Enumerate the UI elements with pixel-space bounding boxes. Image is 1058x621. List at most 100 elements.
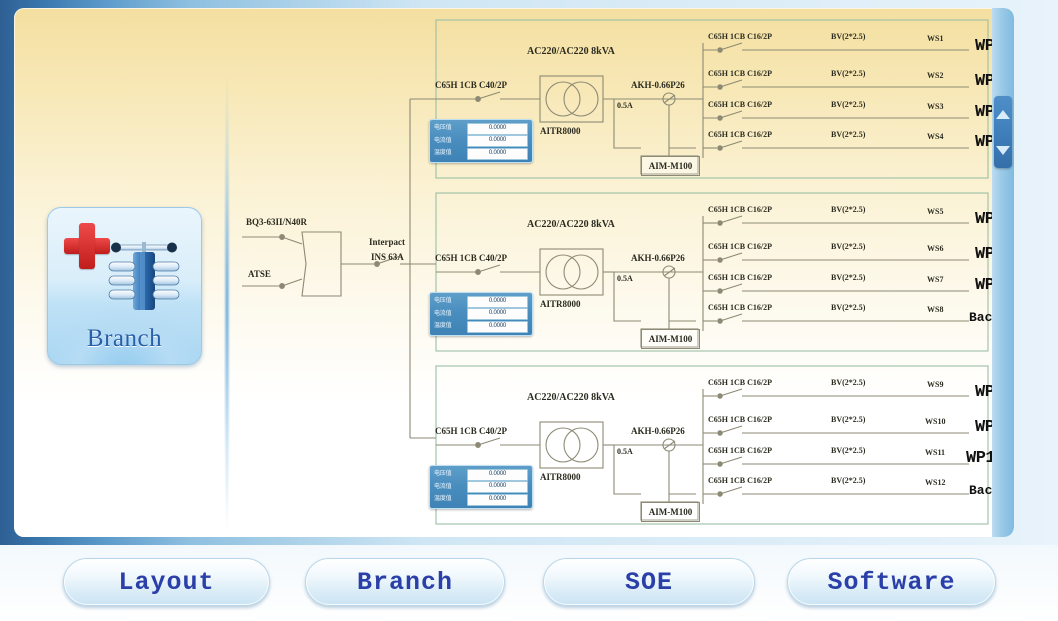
group-1-feeder-2-breaker: C65H 1CB C16/2P	[708, 69, 772, 78]
meter-row: 电流值 0.0000	[434, 308, 528, 320]
group-1-feeder-4-breaker: C65H 1CB C16/2P	[708, 130, 772, 139]
meter-value: 0.0000	[467, 468, 528, 481]
arrow-down-icon[interactable]	[996, 145, 1010, 155]
meter-value: 0.0000	[467, 308, 528, 320]
group-2-meter-panel: 电压值 0.0000 电流值 0.0000 温度值 0.0000	[429, 292, 533, 336]
group-3-ct-rating-label: 0.5A	[617, 447, 633, 456]
group-3-feeder-1-ws: WS9	[927, 380, 944, 389]
group-2-incoming-breaker-label: C65H 1CB C40/2P	[435, 253, 507, 263]
group-1-feeder-3-cable: BV(2*2.5)	[831, 100, 866, 109]
group-2-feeder-1-cable: BV(2*2.5)	[831, 205, 866, 214]
meter-row: 电压值 0.0000	[434, 122, 528, 135]
main-breaker-rating-label: INS 63A	[371, 252, 404, 262]
group-2-feeder-4-ws: WS8	[927, 305, 944, 314]
group-1-feeder-3-ws: WS3	[927, 102, 944, 111]
ats-model-label: BQ3-63II/N40R	[246, 217, 308, 227]
group-1-meter-panel: 电压值 0.0000 电流值 0.0000 温度值 0.0000	[429, 119, 533, 163]
app-window: BQ3-63II/N40R ATSE Interpact INS 63A C65…	[0, 0, 1058, 621]
meter-row: 温度值 0.0000	[434, 493, 528, 506]
meter-value: 0.0000	[467, 122, 528, 135]
bottom-tab-bar: Layout Branch SOE Software	[0, 545, 1058, 621]
group-2-feeder-3-ws: WS7	[927, 275, 944, 284]
group-3-feeder-3-cable: BV(2*2.5)	[831, 446, 866, 455]
meter-key: 温度值	[434, 323, 452, 329]
group-3-ct-model-label: AKH-0.66P26	[631, 426, 685, 436]
group-2-feeder-4-cable: BV(2*2.5)	[831, 303, 866, 312]
meter-value: 0.0000	[467, 295, 528, 308]
group-3-transformer-model-label: AITR8000	[540, 472, 581, 482]
meter-value: 0.0000	[467, 147, 528, 160]
group-1-feeder-4-ws: WS4	[927, 132, 944, 141]
group-2-monitor-label: AIM-M100	[641, 329, 700, 349]
group-3-feeder-3-breaker: C65H 1CB C16/2P	[708, 446, 772, 455]
arrow-up-icon[interactable]	[996, 109, 1010, 119]
group-1-ct-model-label: AKH-0.66P26	[631, 80, 685, 90]
meter-row: 电流值 0.0000	[434, 481, 528, 493]
group-1-feeder-2-cable: BV(2*2.5)	[831, 69, 866, 78]
meter-key: 电压值	[434, 471, 452, 477]
group-2-feeder-3-breaker: C65H 1CB C16/2P	[708, 273, 772, 282]
group-3-transformer-rating-label: AC220/AC220 8kVA	[527, 392, 615, 403]
group-1-feeder-2-ws: WS2	[927, 71, 944, 80]
hospital-branch-icon	[108, 242, 180, 310]
group-2-feeder-2-breaker: C65H 1CB C16/2P	[708, 242, 772, 251]
group-2-feeder-1-ws: WS5	[927, 207, 944, 216]
ats-label: ATSE	[248, 269, 271, 279]
meter-row: 电压值 0.0000	[434, 295, 528, 308]
tab-software[interactable]: Software	[787, 558, 996, 606]
main-breaker-brand-label: Interpact	[369, 237, 405, 247]
group-1-feeder-1-ws: WS1	[927, 34, 944, 43]
meter-value: 0.0000	[467, 135, 528, 147]
group-3-incoming-breaker-label: C65H 1CB C40/2P	[435, 426, 507, 436]
group-3-feeder-2-ws: WS10	[925, 417, 946, 426]
meter-key: 电流值	[434, 310, 452, 317]
meter-key: 温度值	[434, 496, 452, 502]
meter-key: 电压值	[434, 125, 452, 131]
group-3-feeder-3-ws: WS11	[925, 448, 946, 457]
group-1-transformer-model-label: AITR8000	[540, 126, 581, 136]
tab-layout[interactable]: Layout	[63, 558, 270, 606]
group-1-feeder-4-cable: BV(2*2.5)	[831, 130, 866, 139]
group-3-feeder-4-breaker: C65H 1CB C16/2P	[708, 476, 772, 485]
group-3-feeder-4-ws: WS12	[925, 478, 946, 487]
group-2-feeder-2-ws: WS6	[927, 244, 944, 253]
meter-key: 电压值	[434, 298, 452, 304]
meter-key: 电流值	[434, 483, 452, 490]
group-2-transformer-rating-label: AC220/AC220 8kVA	[527, 219, 615, 230]
group-1-feeder-3-breaker: C65H 1CB C16/2P	[708, 100, 772, 109]
meter-row: 电压值 0.0000	[434, 468, 528, 481]
group-2-feeder-2-cable: BV(2*2.5)	[831, 242, 866, 251]
vertical-scrollbar-track[interactable]	[992, 8, 1014, 537]
group-2-transformer-model-label: AITR8000	[540, 299, 581, 309]
branch-tile-button[interactable]: Branch	[47, 207, 202, 365]
branch-tile-label: Branch	[86, 325, 163, 352]
scroll-buttons[interactable]	[994, 96, 1012, 168]
group-3-feeder-4-cable: BV(2*2.5)	[831, 476, 866, 485]
group-1-feeder-1-cable: BV(2*2.5)	[831, 32, 866, 41]
meter-row: 温度值 0.0000	[434, 147, 528, 160]
group-2-feeder-3-cable: BV(2*2.5)	[831, 273, 866, 282]
meter-key: 电流值	[434, 137, 452, 144]
group-3-feeder-2-cable: BV(2*2.5)	[831, 415, 866, 424]
meter-value: 0.0000	[467, 493, 528, 506]
group-1-ct-rating-label: 0.5A	[617, 101, 633, 110]
group-2-ct-model-label: AKH-0.66P26	[631, 253, 685, 263]
group-1-monitor-label: AIM-M100	[641, 156, 700, 176]
group-1-transformer-rating-label: AC220/AC220 8kVA	[527, 46, 615, 57]
meter-key: 温度值	[434, 150, 452, 156]
group-1-incoming-breaker-label: C65H 1CB C40/2P	[435, 80, 507, 90]
group-3-monitor-label: AIM-M100	[641, 502, 700, 522]
group-3-feeder-1-breaker: C65H 1CB C16/2P	[708, 378, 772, 387]
group-2-feeder-4-breaker: C65H 1CB C16/2P	[708, 303, 772, 312]
tab-soe[interactable]: SOE	[543, 558, 755, 606]
group-2-feeder-1-breaker: C65H 1CB C16/2P	[708, 205, 772, 214]
meter-value: 0.0000	[467, 320, 528, 333]
diagram-panel: BQ3-63II/N40R ATSE Interpact INS 63A C65…	[14, 8, 1014, 537]
group-3-feeder-2-breaker: C65H 1CB C16/2P	[708, 415, 772, 424]
meter-row: 电流值 0.0000	[434, 135, 528, 147]
group-3-feeder-1-cable: BV(2*2.5)	[831, 378, 866, 387]
group-2-ct-rating-label: 0.5A	[617, 274, 633, 283]
group-3-meter-panel: 电压值 0.0000 电流值 0.0000 温度值 0.0000	[429, 465, 533, 509]
group-1-feeder-1-breaker: C65H 1CB C16/2P	[708, 32, 772, 41]
tab-branch[interactable]: Branch	[305, 558, 505, 606]
